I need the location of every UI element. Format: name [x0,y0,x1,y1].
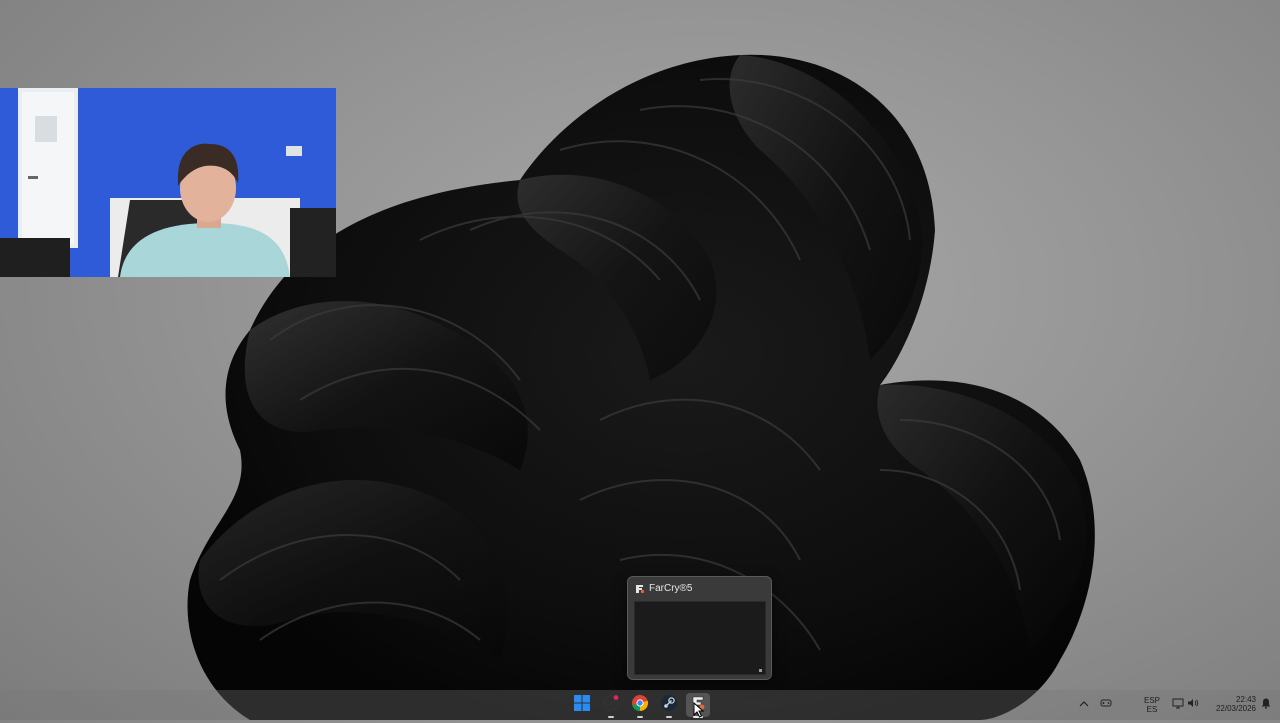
taskbar-thumbnail-preview[interactable]: FarCry®5 [627,576,772,680]
game-controller-icon [1100,696,1112,714]
tray-app-icon[interactable] [1094,693,1118,717]
app-icon-steam[interactable] [657,693,681,718]
resize-grip-icon [759,669,762,672]
thumbnail-title: FarCry®5 [649,582,693,594]
chrome-icon [631,694,649,717]
notifications-button[interactable] [1254,693,1278,717]
app-icon-1[interactable] [599,693,623,718]
bell-icon [1260,696,1272,714]
input-language-indicator[interactable]: ESP ES [1140,696,1164,714]
webcam-feed-image [0,88,336,277]
clock-date: 22/03/2026 [1215,704,1256,713]
speaker-icon [1187,696,1199,714]
running-indicator [608,716,614,718]
taskbar: ESP ES 22:43 22/03/2026 [0,690,1280,720]
webcam-overlay [0,88,336,277]
keyboard-layout-code: ES [1146,705,1158,714]
app-icon-chrome[interactable] [628,693,652,718]
show-hidden-icons-button[interactable] [1072,693,1096,717]
chevron-up-icon [1079,696,1089,714]
farcry-icon [634,583,645,594]
clock[interactable]: 22:43 22/03/2026 [1204,695,1256,713]
running-indicator [637,716,643,718]
volume-button[interactable] [1181,693,1205,717]
windows-logo-icon [574,694,590,716]
thumbnail-header: FarCry®5 [628,577,771,599]
vector-app-icon [602,694,620,717]
thumbnail-window-preview[interactable] [634,601,766,675]
clock-time: 22:43 [1235,695,1256,704]
language-code: ESP [1143,696,1160,705]
running-indicator [666,716,672,718]
steam-icon [660,694,678,717]
start-button[interactable] [570,693,594,717]
